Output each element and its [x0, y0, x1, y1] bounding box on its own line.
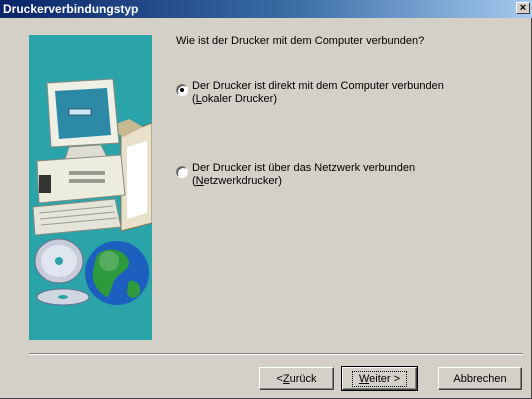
option-network-accel: N	[195, 175, 204, 187]
globe-icon	[85, 241, 149, 305]
cancel-button-label: Abbrechen	[453, 372, 507, 385]
option-local-line2: okaler Drucker)	[201, 93, 277, 105]
back-button-label: urück	[289, 372, 317, 385]
radio-network-printer[interactable]	[176, 166, 188, 178]
printer-wizard-illustration	[29, 35, 152, 340]
option-local-printer[interactable]: Der Drucker ist direkt mit dem Computer …	[176, 80, 444, 106]
close-button[interactable]: ×	[516, 2, 530, 14]
computer-case-icon	[36, 154, 126, 204]
footer-separator	[29, 353, 523, 355]
option-local-line1: Der Drucker ist direkt mit dem Computer …	[192, 80, 444, 92]
option-network-line1: Der Drucker ist über das Netzwerk verbun…	[192, 162, 416, 174]
window-title: Druckerverbindungstyp	[3, 2, 139, 16]
option-network-printer[interactable]: Der Drucker ist über das Netzwerk verbun…	[176, 162, 415, 188]
option-network-label[interactable]: Der Drucker ist über das Netzwerk verbun…	[192, 162, 415, 188]
option-network-line2: etzwerkdrucker)	[203, 175, 282, 187]
wizard-window: Druckerverbindungstyp × Wie ist der Druc…	[0, 0, 532, 399]
radio-local-printer[interactable]	[176, 84, 188, 96]
close-icon: ×	[519, 2, 527, 14]
title-bar[interactable]: Druckerverbindungstyp ×	[0, 0, 532, 18]
next-button-focus: Weiter >	[351, 370, 408, 387]
next-button-accel: W	[358, 372, 370, 385]
option-local-label[interactable]: Der Drucker ist direkt mit dem Computer …	[192, 80, 444, 106]
back-button-accel: Z	[282, 372, 290, 385]
back-button[interactable]: < Zurück	[259, 367, 334, 390]
question-text: Wie ist der Drucker mit dem Computer ver…	[176, 35, 425, 47]
cancel-button[interactable]: Abbrechen	[438, 367, 522, 390]
next-button-label: eiter >	[369, 372, 401, 385]
next-button[interactable]: Weiter >	[341, 366, 418, 391]
